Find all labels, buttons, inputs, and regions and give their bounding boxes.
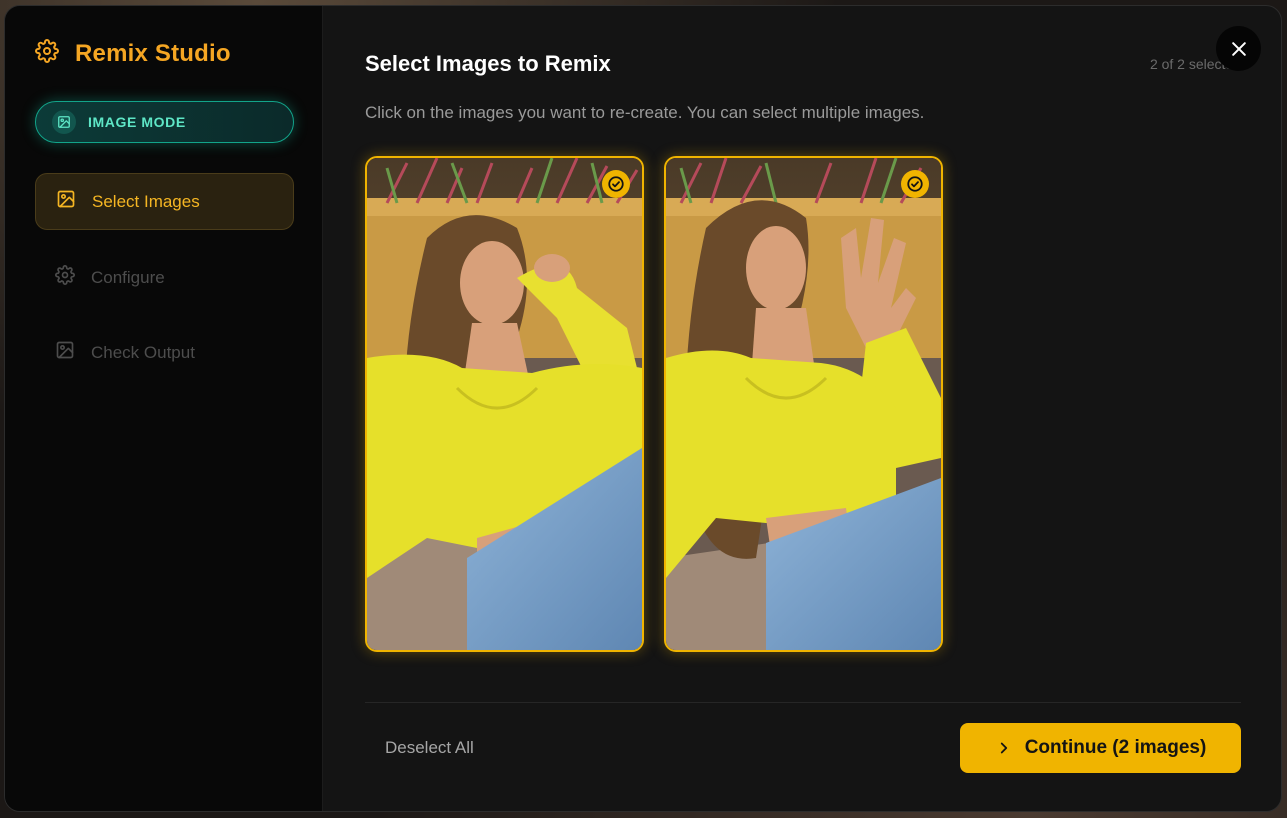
deselect-all-button[interactable]: Deselect All [385, 738, 474, 758]
nav-item-configure[interactable]: Configure [35, 249, 294, 306]
check-circle-icon [602, 170, 630, 198]
brand-title: Remix Studio [75, 39, 231, 67]
image-icon [56, 189, 76, 214]
photo-thumbnail [666, 158, 941, 650]
image-card[interactable] [365, 156, 644, 652]
close-icon [1231, 41, 1246, 56]
image-card[interactable] [664, 156, 943, 652]
image-mode-badge[interactable]: IMAGE MODE [35, 101, 294, 143]
check-circle-icon [901, 170, 929, 198]
gear-icon [35, 39, 59, 68]
continue-label: Continue (2 images) [1024, 737, 1207, 758]
remix-studio-modal: Remix Studio IMAGE MODE Select Images Co… [4, 5, 1282, 812]
brand: Remix Studio [35, 39, 231, 68]
close-button[interactable] [1216, 26, 1261, 71]
nav-item-select-images[interactable]: Select Images [35, 173, 294, 230]
nav-item-label: Check Output [91, 342, 195, 362]
image-icon [52, 110, 76, 134]
image-mode-label: IMAGE MODE [88, 114, 186, 130]
footer-divider [365, 702, 1241, 703]
main-panel: Select Images to Remix 2 of 2 selected C… [323, 6, 1281, 811]
image-grid [365, 156, 943, 652]
image-icon [55, 340, 75, 365]
page-subtitle: Click on the images you want to re-creat… [365, 103, 925, 122]
nav-item-check-output[interactable]: Check Output [35, 324, 294, 381]
nav-item-label: Configure [91, 267, 165, 287]
page-title: Select Images to Remix [365, 51, 611, 76]
continue-button[interactable]: Continue (2 images) [960, 723, 1241, 773]
sidebar: Remix Studio IMAGE MODE Select Images Co… [5, 6, 323, 811]
photo-thumbnail [367, 158, 642, 650]
gear-icon [55, 265, 75, 290]
chevron-right-icon [1000, 742, 1007, 754]
nav-item-label: Select Images [92, 191, 200, 211]
